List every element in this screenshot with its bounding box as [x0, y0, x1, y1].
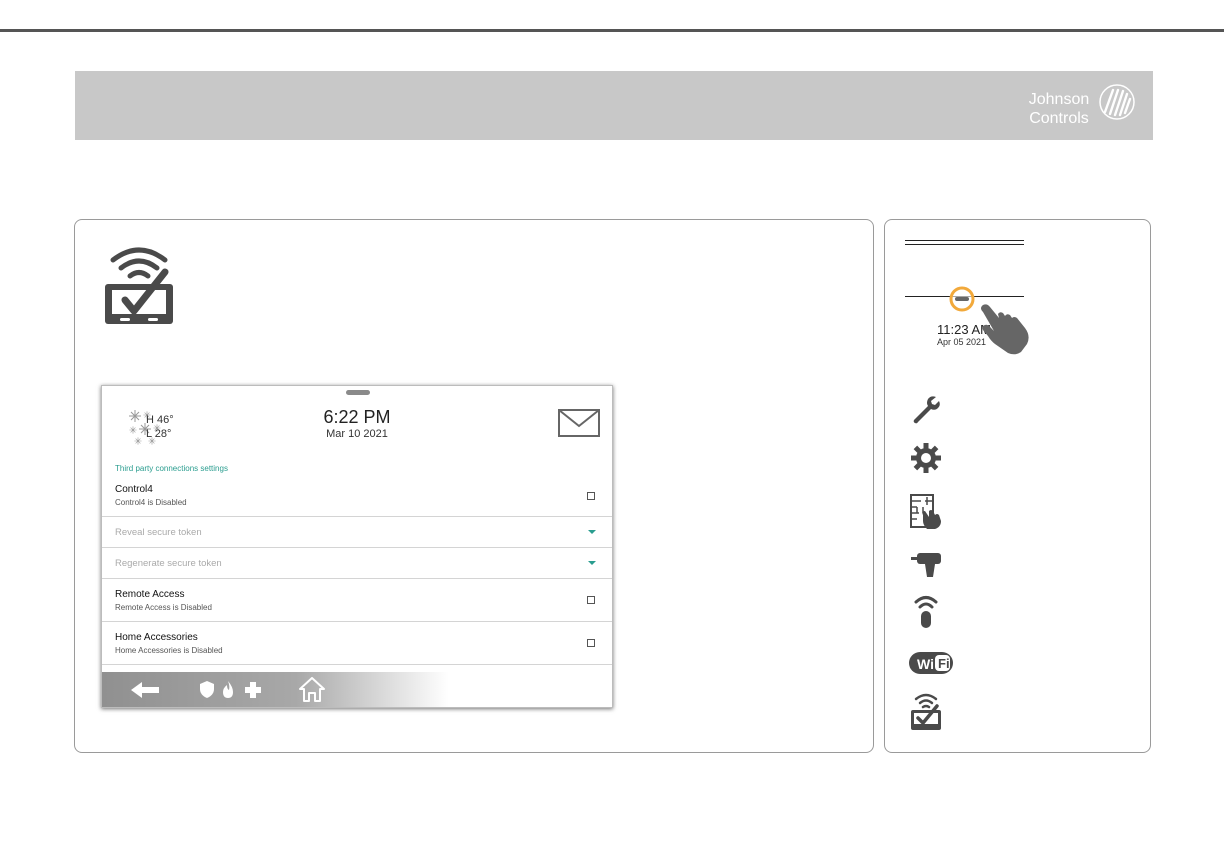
setting-title: Reveal secure token	[115, 527, 202, 538]
setting-row-remote-access[interactable]: Remote Access Remote Access is Disabled	[102, 579, 612, 622]
shield-icon[interactable]	[199, 680, 215, 699]
svg-text:Wi: Wi	[917, 656, 934, 672]
temp-high: H 46°	[146, 414, 174, 426]
pointing-hand-icon	[981, 304, 1029, 355]
drill-icon[interactable]	[909, 545, 943, 579]
clock-time: 6:22 PM	[323, 407, 391, 427]
pull-down-handle-highlight-icon[interactable]	[949, 286, 975, 312]
connected-panel-checkmark-icon	[105, 247, 173, 324]
setting-row-control4[interactable]: Control4 Control4 is Disabled	[102, 478, 612, 517]
weather-temps: H 46° L 28°	[146, 413, 174, 441]
clock-date: Mar 10 2021	[326, 428, 388, 440]
panel-screen: H 46° L 28° 6:22 PM Mar 10 2021 Third pa…	[101, 385, 613, 708]
setting-title: Home Accessories	[115, 632, 198, 643]
logo-mark-icon	[1099, 84, 1135, 120]
logo-line-2: Controls	[1029, 110, 1089, 127]
wrench-icon[interactable]	[909, 393, 943, 427]
back-arrow-icon[interactable]	[130, 681, 160, 699]
side-panel: 11:23 AM Apr 05 2021 Wi Fi	[884, 219, 1151, 753]
header-band: Johnson Controls	[75, 71, 1153, 140]
setting-title: Control4	[115, 484, 153, 495]
setting-subtitle: Remote Access is Disabled	[115, 603, 212, 612]
fire-icon[interactable]	[221, 680, 235, 699]
pull-down-handle[interactable]	[346, 390, 370, 395]
connected-panel-checkmark-icon[interactable]	[909, 688, 943, 732]
wifi-icon[interactable]: Wi Fi	[907, 646, 955, 680]
envelope-icon[interactable]	[558, 409, 600, 437]
setting-title: Remote Access	[115, 589, 185, 600]
home-icon[interactable]	[299, 677, 325, 702]
logo-text: Johnson Controls	[1017, 90, 1101, 128]
section-title: Third party connections settings	[115, 464, 228, 473]
remote-access-checkbox[interactable]	[587, 596, 595, 604]
temp-low: L 28°	[146, 428, 172, 440]
top-divider	[0, 29, 1224, 32]
control4-checkbox[interactable]	[587, 492, 595, 500]
gear-icon[interactable]	[909, 441, 943, 475]
johnson-controls-logo: Johnson Controls	[1017, 82, 1135, 132]
setting-title: Regenerate secure token	[115, 558, 222, 569]
svg-text:Fi: Fi	[938, 656, 950, 671]
divider	[905, 240, 1024, 241]
sensor-icon[interactable]	[909, 592, 943, 630]
home-accessories-checkbox[interactable]	[587, 639, 595, 647]
plus-icon[interactable]	[244, 681, 262, 699]
bottom-nav-bar	[102, 672, 612, 707]
clock: 6:22 PM Mar 10 2021	[307, 407, 407, 441]
logo-line-1: Johnson	[1028, 91, 1090, 108]
setting-subtitle: Control4 is Disabled	[115, 498, 187, 507]
installation-icon[interactable]	[909, 493, 943, 531]
setting-row-regenerate-token[interactable]: Regenerate secure token	[102, 548, 612, 579]
dropdown-caret-icon[interactable]	[588, 530, 596, 534]
setting-row-reveal-token[interactable]: Reveal secure token	[102, 517, 612, 548]
setting-row-home-accessories[interactable]: Home Accessories Home Accessories is Dis…	[102, 622, 612, 665]
main-panel: H 46° L 28° 6:22 PM Mar 10 2021 Third pa…	[74, 219, 874, 753]
setting-subtitle: Home Accessories is Disabled	[115, 646, 223, 655]
divider	[905, 244, 1024, 245]
dropdown-caret-icon[interactable]	[588, 561, 596, 565]
